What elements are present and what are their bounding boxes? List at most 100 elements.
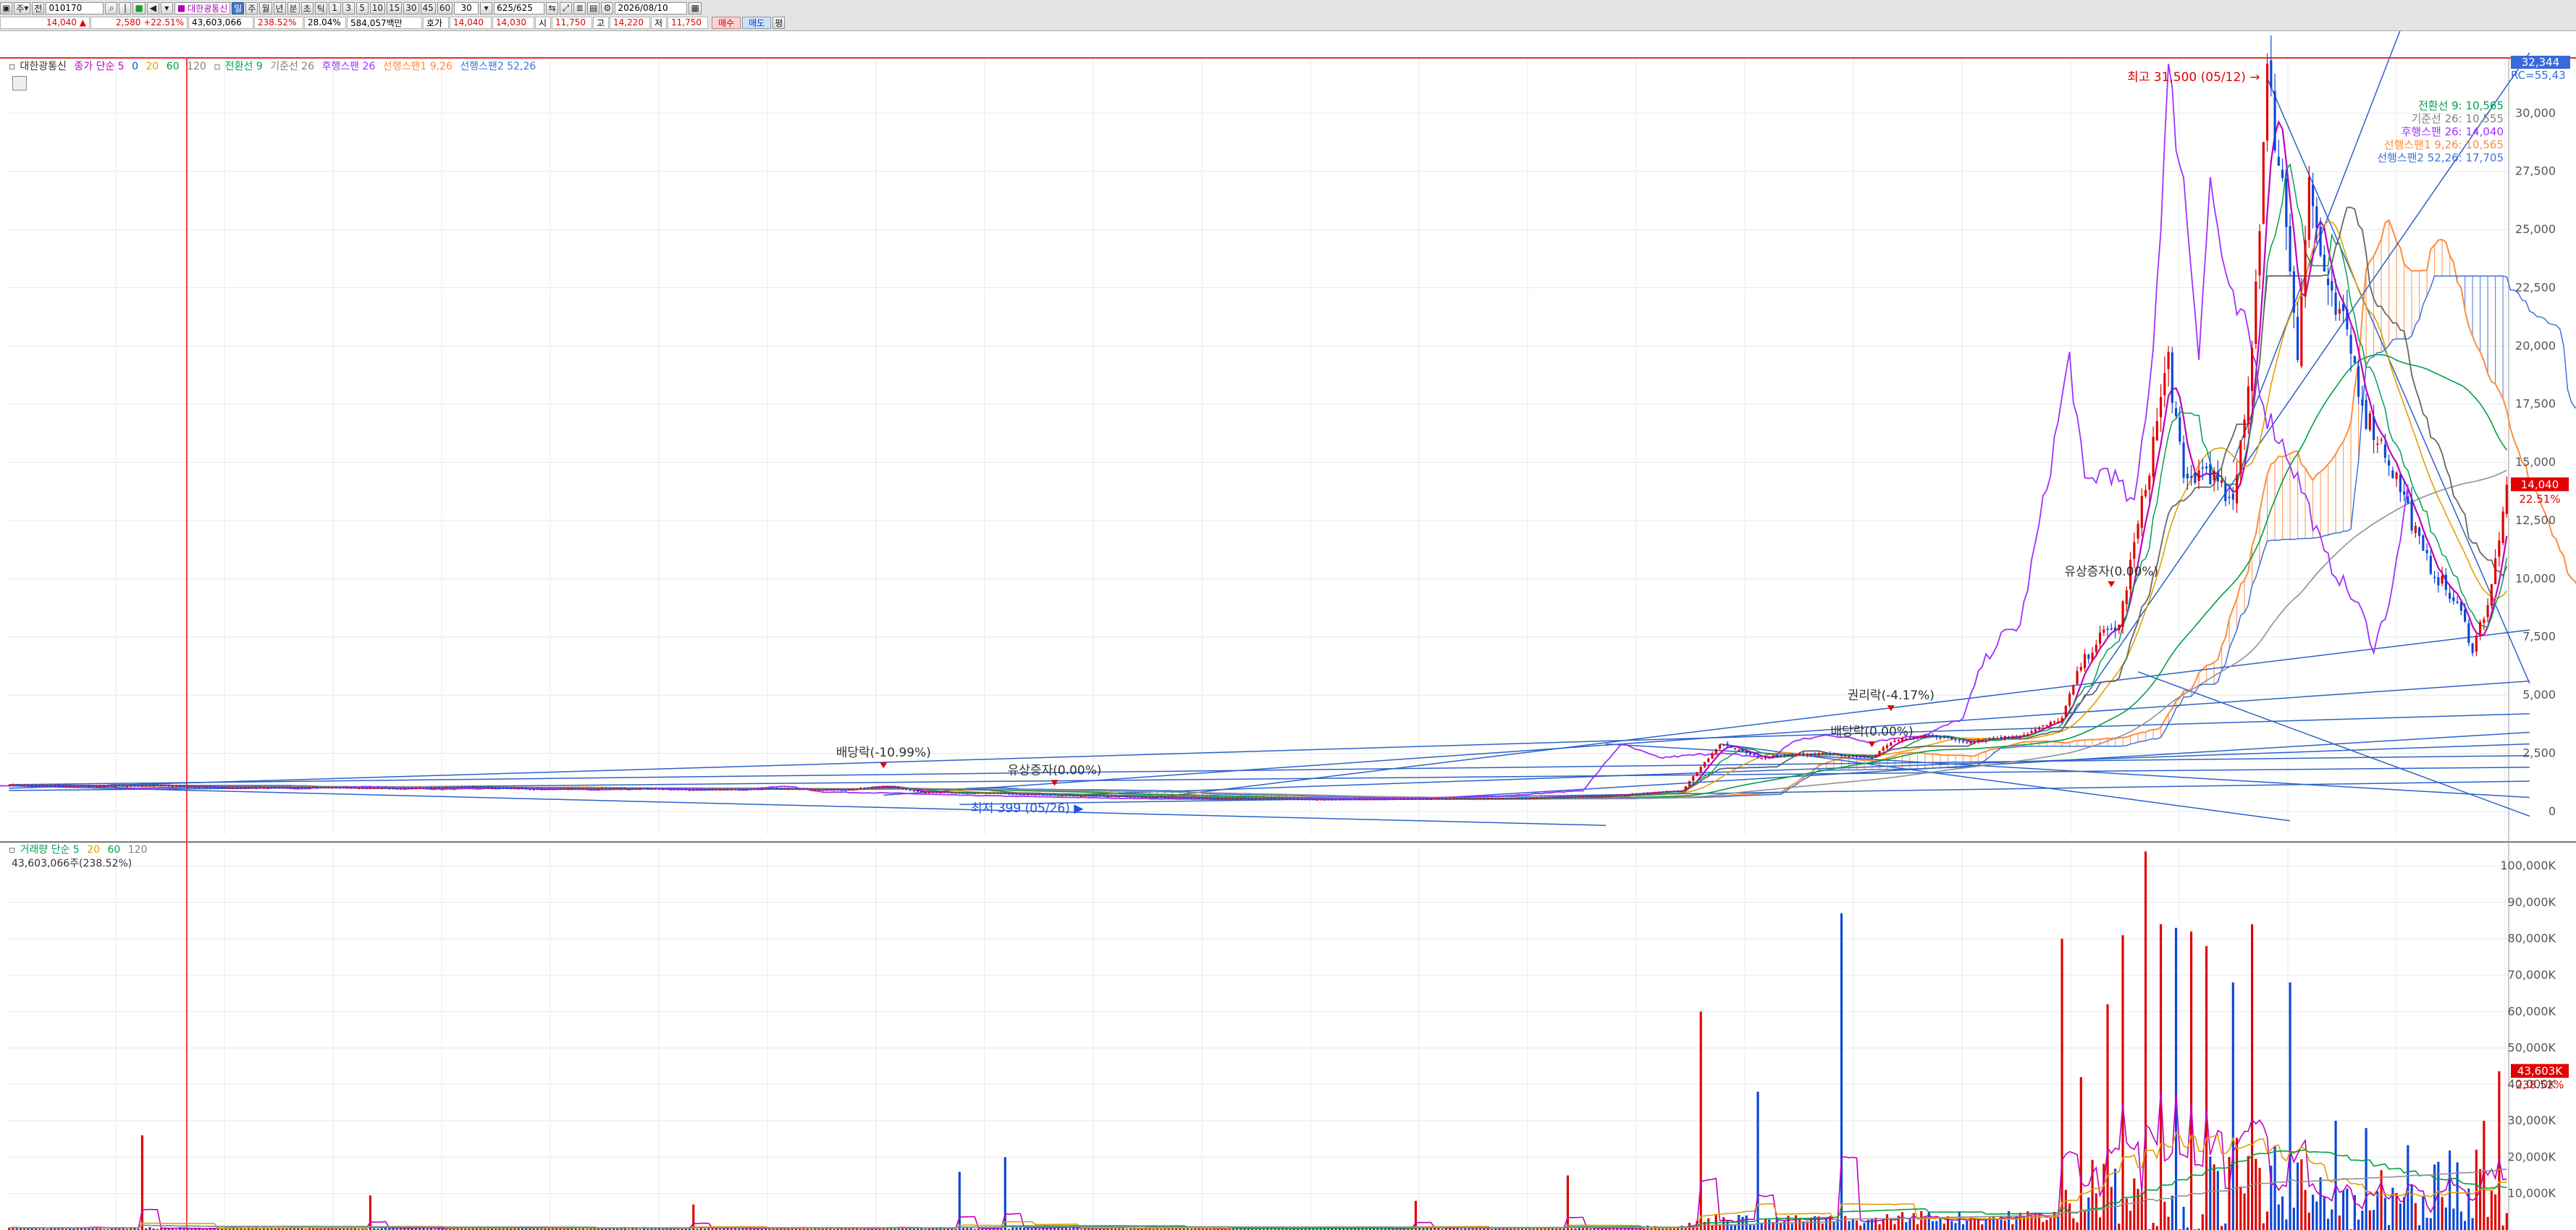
candle-body [2399,474,2402,493]
volume-bar [2395,1193,2398,1230]
interval-input[interactable]: 30 [454,1,479,14]
candle-body [206,786,209,788]
candle-body [2277,156,2280,166]
interval-3[interactable]: 3 [342,1,355,14]
candle-body [1722,744,1725,746]
ask2-value: 14,030 [492,16,534,29]
sell-button[interactable]: 매도 [742,16,772,29]
bar-count-field[interactable]: 625/625 [494,1,545,14]
volume-bar [2045,1220,2048,1230]
interval-45[interactable]: 45 [420,1,436,14]
dropdown-icon[interactable]: ▾ [160,1,173,14]
candle-body [1045,794,1048,796]
candle-body [581,788,585,790]
save-icon[interactable]: ▤ [587,1,600,14]
bookmark-icon[interactable]: | [119,1,132,14]
candle-body [30,785,33,787]
candle-body [2418,527,2421,536]
volume-bar [1916,1224,1919,1230]
mode-select[interactable]: 주 ▾ [14,1,31,14]
candle-body [1407,799,1410,800]
candle-body [544,788,547,791]
compare-icon[interactable]: ⇆ [546,1,559,14]
candle-body [1768,757,1771,759]
layout-icon[interactable]: ▣ [0,1,13,14]
candle-body [289,787,292,788]
period-tick[interactable]: 틱 [314,1,327,14]
candle-body [973,793,976,794]
candle-body [1821,753,1824,754]
candle-body [2407,496,2409,504]
period-day[interactable]: 일 [232,1,245,14]
interval-dropdown-icon[interactable]: ▾ [480,1,493,14]
volume-bar [2327,1218,2330,1230]
candle-body [1464,798,1467,799]
legend-ma5: 종가 단순 5 [74,61,125,72]
stock-chart[interactable]: 0 2,500 5,000 7,500 10,000 12,500 15,000 17,500… [0,31,2576,1230]
flag-green-icon[interactable]: ■ [132,1,146,14]
interval-15[interactable]: 15 [386,1,403,14]
legend-collapse-icon[interactable] [12,76,27,90]
candle-body [232,788,235,790]
volume-legend-ma20: 20 [87,844,100,856]
candle-body [106,785,109,787]
buy-button[interactable]: 매수 [712,16,741,29]
price-value: 14,040 [46,17,77,28]
volume-bar [1931,1221,1935,1230]
candle-body [943,791,946,793]
interval-60[interactable]: 60 [437,1,453,14]
candle-body [282,787,285,788]
date-input[interactable]: 2026/08/10 [615,1,688,14]
candle-body [1513,798,1516,799]
current-price: 14,040 ▲ [0,16,90,29]
candle-body [1331,799,1334,801]
candle-body [1160,796,1163,799]
candle-body [2255,281,2257,344]
candle-body [2220,480,2223,483]
candle-body [2307,177,2310,240]
draw-icon[interactable]: ⤢ [560,1,573,14]
interval-30[interactable]: 30 [403,1,419,14]
settings-icon[interactable]: ⚙ [601,1,614,14]
search-icon[interactable]: ⌕ [105,1,118,14]
period-year[interactable]: 년 [273,1,286,14]
candle-body [985,793,988,794]
interval-1[interactable]: 1 [328,1,341,14]
volume-bar [692,1204,695,1230]
candle-body [2425,549,2428,553]
candle-body [114,785,117,787]
stock-name-field[interactable]: ■ 대한광통신 [174,1,231,14]
candle-body [1095,795,1098,797]
price-tick-label: 10,000 [2515,571,2556,585]
candle-body [1194,797,1197,799]
volume-bar [2182,1206,2185,1230]
candle-body [2110,628,2113,630]
period-week[interactable]: 주 [245,1,258,14]
candle-body [2228,497,2231,498]
period-minute[interactable]: 분 [287,1,300,14]
candle-body [608,788,611,790]
candle-body [2213,470,2215,481]
flag-button[interactable]: 평 [773,16,786,29]
candle-body [863,788,866,789]
period-month[interactable]: 월 [259,1,272,14]
stock-code-input[interactable]: 010170 [46,1,104,14]
interval-10[interactable]: 10 [369,1,385,14]
candle-body [521,788,524,790]
price-axis: 0 2,500 5,000 7,500 10,000 12,500 15,000 17,500… [2500,56,2570,1200]
period-second[interactable]: 초 [300,1,313,14]
candle-body [1429,799,1432,800]
candle-body [2285,178,2288,227]
speaker-icon[interactable]: ◀ [146,1,159,14]
candle-body [2037,727,2041,730]
volume-bar [2068,1203,2071,1230]
candle-body [236,788,239,789]
candle-body [551,788,555,791]
candle-body [1874,755,1877,758]
indicator-icon[interactable]: ≣ [573,1,586,14]
calendar-icon[interactable]: ▦ [689,1,702,14]
candle-body [2003,736,2006,740]
candle-body [2030,730,2033,733]
type-button[interactable]: 전 [32,1,45,14]
interval-5[interactable]: 5 [355,1,369,14]
